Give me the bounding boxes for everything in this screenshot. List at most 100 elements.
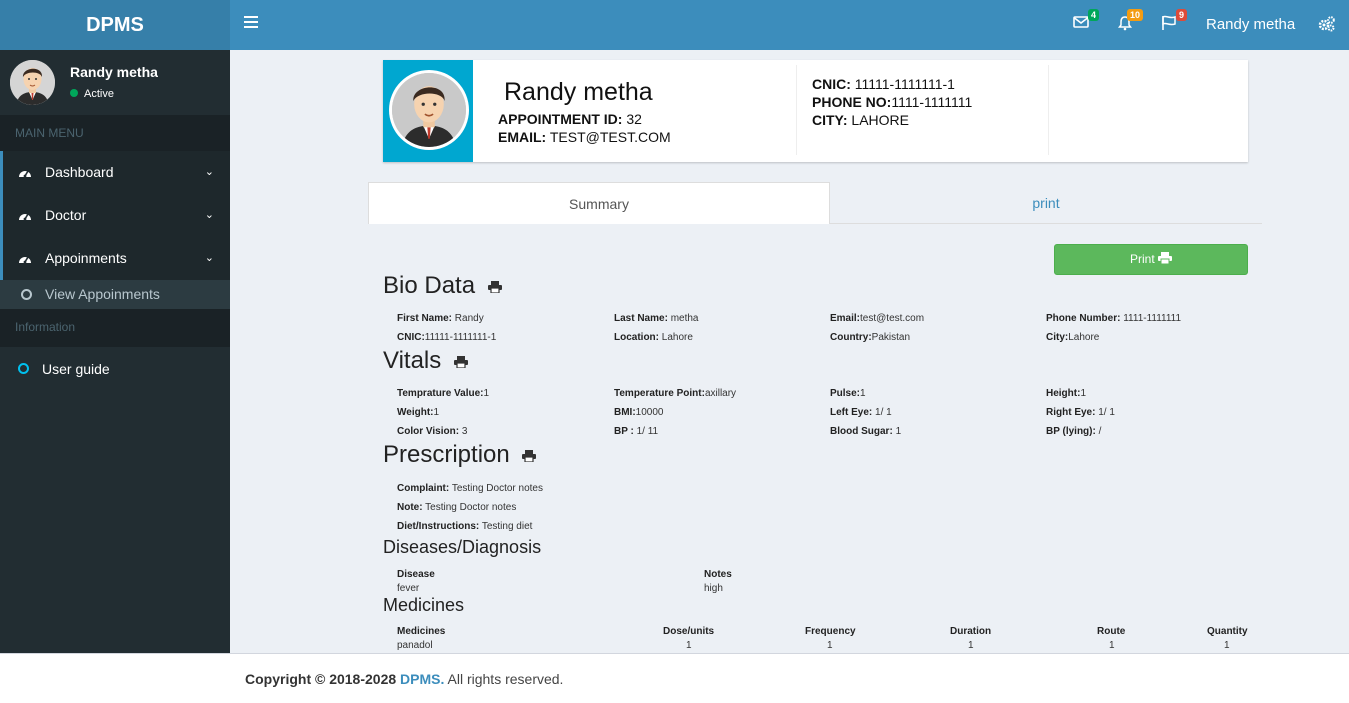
sidebar-item-label: Appoinments xyxy=(45,250,127,266)
vitals-color-vision: Color Vision: 3 xyxy=(397,426,468,437)
dashboard-icon xyxy=(19,256,31,264)
prescription-heading: Prescription xyxy=(383,441,537,469)
patient-profile-card: Randy metha APPOINTMENT ID: 32 EMAIL: TE… xyxy=(383,60,1248,162)
prescription-diet: Diet/Instructions: Testing diet xyxy=(397,521,533,532)
sidebar-item-appoinments[interactable]: Appoinments ⌄ xyxy=(0,237,230,280)
tab-bar: Summary print xyxy=(368,182,1262,224)
patient-email: EMAIL: TEST@TEST.COM xyxy=(498,129,671,145)
notifications-badge: 10 xyxy=(1126,9,1143,21)
duration-cell: 1 xyxy=(968,640,974,651)
flags-badge: 9 xyxy=(1175,9,1187,21)
diseases-heading: Diseases/Diagnosis xyxy=(383,537,542,557)
medicine-name-cell: panadol xyxy=(397,640,433,651)
circle-icon xyxy=(18,363,29,374)
printer-icon[interactable] xyxy=(522,449,537,462)
user-panel: Randy metha Active xyxy=(0,50,230,115)
frequency-cell: 1 xyxy=(827,640,833,651)
disease-cell: fever xyxy=(397,583,420,594)
avatar xyxy=(10,60,55,105)
bio-data-heading: Bio Data xyxy=(383,272,502,300)
sidebar-item-doctor[interactable]: Doctor ⌄ xyxy=(0,194,230,237)
messages-button[interactable]: 4 xyxy=(1073,9,1099,35)
printer-icon xyxy=(1158,252,1173,265)
dashboard-icon xyxy=(19,213,31,221)
vitals-heading: Vitals xyxy=(383,347,468,375)
appointment-id: APPOINTMENT ID: 32 xyxy=(498,111,642,127)
patient-name: Randy metha xyxy=(504,78,653,106)
print-button[interactable]: Print xyxy=(1054,244,1248,275)
vitals-left-eye: Left Eye: 1/ 1 xyxy=(830,407,892,418)
dose-column-header: Dose/units xyxy=(663,626,715,637)
frequency-column-header: Frequency xyxy=(805,626,856,637)
notifications-button[interactable]: 10 xyxy=(1117,9,1143,35)
bio-first-name: First Name: Randy xyxy=(397,313,484,324)
user-status: Active xyxy=(70,88,114,100)
medicines-heading: Medicines xyxy=(383,595,465,615)
status-dot-icon xyxy=(70,89,78,97)
vitals-bmi: BMI:10000 xyxy=(614,407,664,418)
bio-phone: Phone Number: 1111-1111111 xyxy=(1046,313,1182,324)
patient-cnic: CNIC: 11111-1111111-1 xyxy=(812,76,955,92)
prescription-note: Note: Testing Doctor notes xyxy=(397,502,517,513)
flag-icon xyxy=(1162,15,1176,30)
information-header: Information xyxy=(0,309,230,347)
printer-icon[interactable] xyxy=(453,355,468,368)
vitals-right-eye: Right Eye: 1/ 1 xyxy=(1046,407,1115,418)
status-label: Active xyxy=(84,88,114,100)
main-content: Randy metha APPOINTMENT ID: 32 EMAIL: TE… xyxy=(230,50,1349,653)
route-cell: 1 xyxy=(1109,640,1115,651)
sidebar-subitem-view-appoinments[interactable]: View Appoinments xyxy=(0,280,230,309)
tab-print[interactable]: print xyxy=(830,182,1262,224)
messages-badge: 4 xyxy=(1087,9,1099,21)
sidebar-item-label: Dashboard xyxy=(45,164,114,180)
profile-photo xyxy=(383,60,473,162)
top-navbar: 4 10 9 Randy metha xyxy=(230,0,1349,50)
vitals-pulse: Pulse:1 xyxy=(830,388,866,399)
quantity-cell: 1 xyxy=(1224,640,1230,651)
dashboard-icon xyxy=(19,170,31,178)
sidebar-item-user-guide[interactable]: User guide xyxy=(0,347,230,391)
bio-city: City:Lahore xyxy=(1046,332,1100,343)
footer-copyright: Copyright © 2018-2028 DPMS. All rights r… xyxy=(245,671,564,687)
print-button-label: Print xyxy=(1129,252,1155,266)
bio-email: Email:test@test.com xyxy=(830,313,925,324)
circle-icon xyxy=(21,289,32,300)
patient-city: CITY: LAHORE xyxy=(812,112,909,128)
footer-brand-link[interactable]: DPMS. xyxy=(400,671,444,687)
vitals-height: Height:1 xyxy=(1046,388,1087,399)
gears-icon xyxy=(1318,16,1335,32)
bio-location: Location: Lahore xyxy=(614,332,693,343)
disease-column-header: Disease xyxy=(397,569,435,580)
sidebar-subitem-label: View Appoinments xyxy=(45,286,160,302)
main-menu-header: MAIN MENU xyxy=(0,115,230,151)
vitals-weight: Weight:1 xyxy=(397,407,440,418)
duration-column-header: Duration xyxy=(950,626,992,637)
sidebar-item-dashboard[interactable]: Dashboard ⌄ xyxy=(0,151,230,194)
vitals-bp: BP : 1/ 11 xyxy=(614,426,659,437)
sidebar-item-label: User guide xyxy=(42,361,110,377)
flags-button[interactable]: 9 xyxy=(1161,9,1187,35)
vitals-blood-sugar: Blood Sugar: 1 xyxy=(830,426,902,437)
vitals-temp-value: Temprature Value:1 xyxy=(397,388,490,399)
chevron-down-icon: ⌄ xyxy=(204,209,214,221)
bio-last-name: Last Name: metha xyxy=(614,313,699,324)
top-user-name[interactable]: Randy metha xyxy=(1206,16,1295,33)
hamburger-menu-icon[interactable] xyxy=(244,16,258,30)
tab-summary[interactable]: Summary xyxy=(368,182,830,224)
patient-phone: PHONE NO:1111-1111111 xyxy=(812,94,973,110)
notes-column-header: Notes xyxy=(704,569,732,580)
sidebar-user-name: Randy metha xyxy=(70,64,158,80)
envelope-icon xyxy=(1073,16,1089,28)
bio-cnic: CNIC:11111-1111111-1 xyxy=(397,332,497,343)
printer-icon[interactable] xyxy=(487,280,502,293)
sidebar-item-label: Doctor xyxy=(45,207,87,223)
app-logo[interactable]: DPMS xyxy=(0,0,230,50)
notes-cell: high xyxy=(704,583,723,594)
route-column-header: Route xyxy=(1097,626,1126,637)
dose-cell: 1 xyxy=(686,640,692,651)
medicines-column-header: Medicines xyxy=(397,626,446,637)
settings-button[interactable] xyxy=(1318,16,1336,37)
divider xyxy=(1048,65,1049,155)
vitals-bp-lying: BP (lying): / xyxy=(1046,426,1102,437)
divider xyxy=(796,65,797,155)
